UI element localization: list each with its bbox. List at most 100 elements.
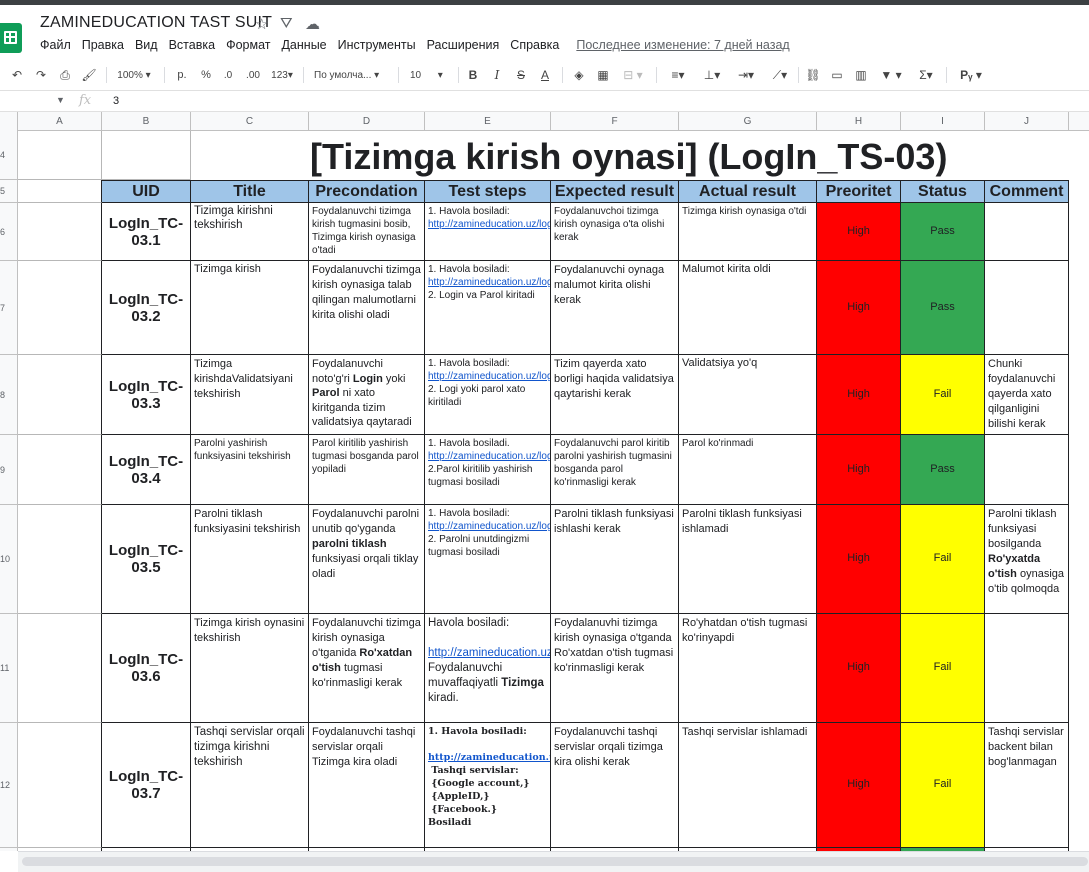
actual-result-cell[interactable]: Parolni tiklash funksiyasi ishlamadi <box>679 505 817 614</box>
actual-result-cell[interactable]: Parol ko'rinmadi <box>679 435 817 505</box>
menu-file[interactable]: Файл <box>40 38 71 58</box>
merge-cells-icon[interactable]: ⊟ ▾ <box>618 62 648 88</box>
uid-cell[interactable]: LogIn_TC-03.3 <box>102 355 191 435</box>
comment-cell[interactable] <box>985 614 1069 723</box>
uid-cell[interactable]: LogIn_TC-03.4 <box>102 435 191 505</box>
insert-chart-icon[interactable]: ▥ <box>852 62 870 88</box>
test-steps-cell[interactable]: Havola bosiladi:http://zamineducation.uz… <box>425 614 551 723</box>
last-edit-link[interactable]: Последнее изменение: 7 дней назад <box>576 38 789 58</box>
precondition-cell[interactable]: Foydalanuvchi tizimga kirish oynasiga o'… <box>309 614 425 723</box>
column-header-j[interactable]: J <box>985 112 1069 131</box>
precondition-cell[interactable]: Foydalanuvchi parolni unutib qo'yganda p… <box>309 505 425 614</box>
menu-format[interactable]: Формат <box>226 38 270 58</box>
priority-cell[interactable]: High <box>817 355 901 435</box>
header-status[interactable]: Status <box>901 180 985 203</box>
menu-edit[interactable]: Правка <box>82 38 124 58</box>
insert-link-icon[interactable]: ⛓ <box>804 62 822 88</box>
cell[interactable] <box>18 261 102 355</box>
priority-cell[interactable]: High <box>817 723 901 848</box>
currency-button[interactable]: р. <box>172 62 192 88</box>
test-link[interactable]: http://zamineducation.uz/login <box>428 451 550 462</box>
test-link[interactable]: http://zamineducation.uz/login <box>428 219 550 230</box>
test-link[interactable]: http://zamineducation.uz/register <box>428 752 550 763</box>
sheet-title[interactable]: [Tizimga kirish oynasi] (LogIn_TS-03) <box>190 131 1069 180</box>
menu-insert[interactable]: Вставка <box>169 38 215 58</box>
header-precondation[interactable]: Precondation <box>309 180 425 203</box>
cell[interactable] <box>18 435 102 505</box>
select-all-corner[interactable] <box>0 112 18 131</box>
document-title[interactable]: ZAMINEDUCATION TAST SUIT <box>40 14 272 32</box>
status-cell[interactable]: Pass <box>901 203 985 261</box>
test-link[interactable]: http://zamineducation.uz/login <box>428 647 550 659</box>
title-cell[interactable]: Tizimga kirishni tekshirish <box>191 203 309 261</box>
actual-result-cell[interactable]: Malumot kirita oldi <box>679 261 817 355</box>
status-cell[interactable]: Pass <box>901 261 985 355</box>
filter-icon[interactable]: ▼ ▾ <box>876 62 906 88</box>
actual-result-cell[interactable]: Validatsiya yo'q <box>679 355 817 435</box>
comment-cell[interactable] <box>985 203 1069 261</box>
header-title[interactable]: Title <box>191 180 309 203</box>
test-link[interactable]: http://zamineducation.uz/login <box>428 521 550 532</box>
font-size-select[interactable]: 10 ▾ <box>404 62 454 88</box>
star-icon[interactable]: ☆ <box>255 15 268 33</box>
title-cell[interactable]: Tizimga kirish oynasini tekshirish <box>191 614 309 723</box>
menu-help[interactable]: Справка <box>510 38 559 58</box>
functions-icon[interactable]: Σ▾ <box>912 62 940 88</box>
menu-tools[interactable]: Инструменты <box>338 38 416 58</box>
borders-icon[interactable]: ▦ <box>594 62 612 88</box>
precondition-cell[interactable]: Foydalanuvchi tizimga kirish tugmasini b… <box>309 203 425 261</box>
zoom-select[interactable]: 100% ▾ <box>112 62 156 88</box>
input-tools-icon[interactable]: Pᵧ ▾ <box>954 62 988 88</box>
expected-result-cell[interactable]: Foydalanuvchi tashqi servislar orqali ti… <box>551 723 679 848</box>
cell[interactable] <box>18 180 102 203</box>
column-header-i[interactable]: I <box>901 112 985 131</box>
column-header-g[interactable]: G <box>679 112 817 131</box>
test-steps-cell[interactable]: 1. Havola bosiladi: http://zamineducatio… <box>425 355 551 435</box>
expected-result-cell[interactable]: Foydalanuvchoi tizimga kirish oynasiga o… <box>551 203 679 261</box>
column-header-b[interactable]: B <box>102 112 191 131</box>
row-header[interactable]: 5 <box>0 180 18 203</box>
precondition-cell[interactable]: Foydalanuvchi tizimga kirish oynasiga ta… <box>309 261 425 355</box>
redo-icon[interactable]: ↷ <box>32 62 50 88</box>
uid-cell[interactable]: LogIn_TC-03.6 <box>102 614 191 723</box>
title-cell[interactable]: Tashqi servislar orqali tizimga kirishni… <box>191 723 309 848</box>
actual-result-cell[interactable]: Tashqi servislar ishlamadi <box>679 723 817 848</box>
strikethrough-icon[interactable]: S <box>513 62 529 88</box>
row-header[interactable]: 6 <box>0 203 18 261</box>
comment-cell[interactable]: Chunki foydalanuvchi qayerda xato qilgan… <box>985 355 1069 435</box>
test-steps-cell[interactable]: 1. Havola bosiladi: http://zamineducation… <box>425 723 551 848</box>
uid-cell[interactable]: LogIn_TC-03.2 <box>102 261 191 355</box>
menu-view[interactable]: Вид <box>135 38 158 58</box>
cell[interactable] <box>102 131 191 180</box>
sheets-logo-icon[interactable] <box>0 23 22 53</box>
column-header-d[interactable]: D <box>309 112 425 131</box>
paint-format-icon[interactable]: 🖌 <box>80 62 98 88</box>
row-header[interactable]: 7 <box>0 261 18 355</box>
precondition-cell[interactable]: Foydalanuvchi noto'g'ri Login yoki Parol… <box>309 355 425 435</box>
priority-cell[interactable]: High <box>817 203 901 261</box>
actual-result-cell[interactable]: Tizimga kirish oynasiga o'tdi <box>679 203 817 261</box>
title-cell[interactable]: Parolni tiklash funksiyasini tekshirish <box>191 505 309 614</box>
precondition-cell[interactable]: Parol kiritilib yashirish tugmasi bosgan… <box>309 435 425 505</box>
status-cell[interactable]: Fail <box>901 723 985 848</box>
bold-icon[interactable]: B <box>465 62 481 88</box>
menu-data[interactable]: Данные <box>281 38 326 58</box>
text-rotation-icon[interactable]: ⟋▾ <box>766 62 794 88</box>
test-link[interactable]: http://zamineducation.uz/login <box>428 371 550 382</box>
scrollbar-thumb[interactable] <box>22 857 1088 866</box>
formula-input[interactable]: 3 <box>113 95 119 107</box>
test-link[interactable]: http://zamineducation.uz/login <box>428 277 550 288</box>
increase-decimal-button[interactable]: .00 <box>242 62 264 88</box>
uid-cell[interactable]: LogIn_TC-03.1 <box>102 203 191 261</box>
cell[interactable] <box>18 614 102 723</box>
column-header-f[interactable]: F <box>551 112 679 131</box>
title-cell[interactable]: Tizimga kirish <box>191 261 309 355</box>
header-expected-result[interactable]: Expected result <box>551 180 679 203</box>
comment-cell[interactable] <box>985 435 1069 505</box>
uid-cell[interactable]: LogIn_TC-03.7 <box>102 723 191 848</box>
test-steps-cell[interactable]: 1. Havola bosiladi. http://zamineducatio… <box>425 435 551 505</box>
name-box-dropdown-icon[interactable]: ▼ <box>56 95 65 105</box>
uid-cell[interactable]: LogIn_TC-03.5 <box>102 505 191 614</box>
header-test-steps[interactable]: Test steps <box>425 180 551 203</box>
column-header-e[interactable]: E <box>425 112 551 131</box>
